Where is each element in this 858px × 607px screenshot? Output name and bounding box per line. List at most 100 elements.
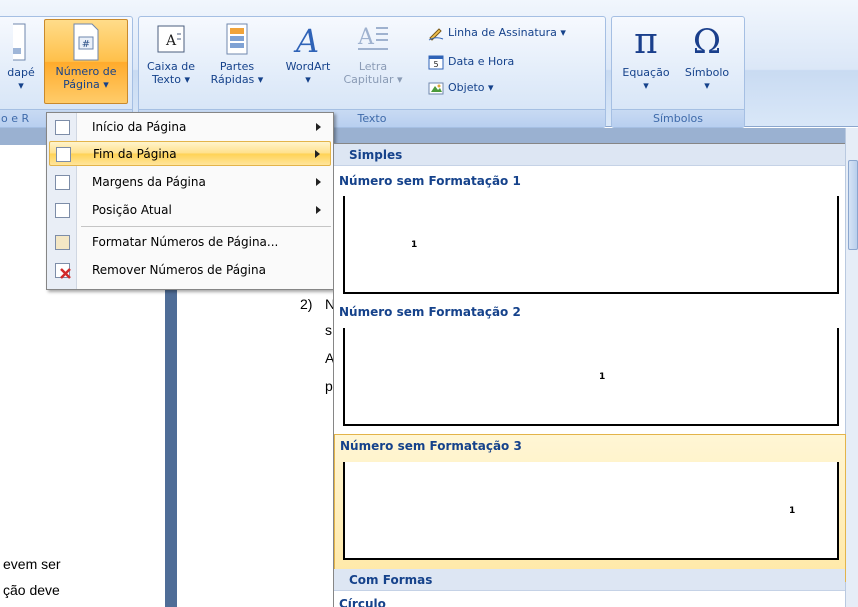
page-number-preview: 1 bbox=[599, 372, 606, 382]
submenu-arrow-icon bbox=[316, 206, 321, 214]
date-time-button[interactable]: 5 Data e Hora bbox=[426, 52, 514, 72]
object-icon bbox=[428, 82, 444, 95]
quick-parts-label-2: Rápidas bbox=[210, 73, 255, 86]
drop-cap-label-2-wrap: Capitular ▾ bbox=[342, 73, 404, 86]
gallery-item-preview: 1 bbox=[343, 328, 839, 426]
menu-item-label: Fim da Página bbox=[93, 147, 177, 161]
object-dropdown-icon: ▾ bbox=[488, 81, 494, 94]
menu-item-format-page-numbers[interactable]: Formatar Números de Página... bbox=[49, 230, 331, 255]
page-margins-icon bbox=[55, 175, 70, 190]
page-number-icon: # bbox=[73, 23, 99, 61]
equation-label: Equação bbox=[622, 66, 670, 79]
object-button[interactable]: Objeto ▾ bbox=[426, 78, 494, 98]
signature-line-dropdown-icon: ▾ bbox=[560, 26, 566, 39]
signature-line-button[interactable]: Linha de Assinatura ▾ bbox=[426, 23, 566, 43]
drop-cap-label-1: Letra bbox=[358, 60, 388, 73]
current-position-icon bbox=[55, 203, 70, 218]
page-number-dropdown-icon: ▾ bbox=[103, 78, 109, 91]
doc-list-number: 2) bbox=[300, 296, 313, 312]
object-label: Objeto bbox=[448, 81, 485, 94]
red-x-icon bbox=[60, 268, 71, 279]
date-time-label: Data e Hora bbox=[448, 55, 515, 68]
doc-text-line: evem ser bbox=[3, 556, 61, 572]
menu-item-label: Formatar Números de Página... bbox=[92, 235, 279, 249]
equation-dropdown-icon: ▾ bbox=[643, 79, 649, 92]
drop-cap-icon: A bbox=[357, 25, 388, 50]
signature-pen-icon bbox=[428, 28, 444, 41]
wordart-button[interactable]: A WordArt ▾ bbox=[276, 22, 340, 86]
symbols-group-label: Símbolos bbox=[612, 109, 744, 127]
symbol-dropdown-icon: ▾ bbox=[704, 79, 710, 92]
submenu-arrow-icon bbox=[316, 123, 321, 131]
quick-parts-label-1: Partes bbox=[219, 60, 255, 73]
doc-text-fragment: s bbox=[325, 322, 332, 338]
text-box-label-1: Caixa de bbox=[147, 60, 195, 73]
footer-dropdown-icon: ▾ bbox=[18, 79, 24, 92]
gallery-item-circle-title[interactable]: Círculo bbox=[339, 597, 386, 607]
svg-text:A: A bbox=[293, 22, 319, 56]
page-number-preview: 1 bbox=[411, 240, 418, 250]
gallery-item-preview: 1 bbox=[343, 196, 839, 294]
format-page-numbers-icon bbox=[55, 235, 70, 250]
menu-item-label: Posição Atual bbox=[92, 203, 172, 217]
quick-parts-button[interactable]: Partes Rápidas ▾ bbox=[204, 22, 270, 86]
menu-item-top-of-page[interactable]: Início da Página bbox=[49, 115, 331, 140]
quick-parts-label-2-wrap: Rápidas ▾ bbox=[204, 73, 270, 86]
text-box-icon: A bbox=[157, 25, 185, 53]
menu-item-page-margins[interactable]: Margens da Página bbox=[49, 170, 331, 195]
page-number-preview: 1 bbox=[789, 506, 796, 516]
page-bottom-icon bbox=[56, 147, 71, 162]
quick-parts-icon bbox=[226, 23, 248, 55]
text-box-dropdown-icon: ▾ bbox=[184, 73, 190, 86]
scrollbar-thumb[interactable] bbox=[848, 160, 858, 250]
svg-text:#: # bbox=[82, 39, 90, 50]
gallery-item-title: Número sem Formatação 1 bbox=[339, 174, 521, 188]
omega-icon: Ω bbox=[692, 22, 722, 62]
menu-item-label: Início da Página bbox=[92, 120, 187, 134]
symbol-button[interactable]: Ω Símbolo ▾ bbox=[676, 22, 738, 92]
menu-item-label: Remover Números de Página bbox=[92, 263, 266, 277]
drop-cap-dropdown-icon: ▾ bbox=[397, 73, 403, 86]
gallery-section-shapes: Com Formas bbox=[334, 569, 845, 591]
bottom-of-page-gallery: Simples Número sem Formatação 1 1 Número… bbox=[333, 143, 846, 607]
menu-item-remove-page-numbers[interactable]: Remover Números de Página bbox=[49, 258, 331, 283]
page-number-label-2-wrap: Página ▾ bbox=[45, 78, 127, 91]
footer-icon bbox=[13, 23, 26, 61]
page-number-label-1: Número de bbox=[55, 65, 117, 78]
doc-text-line: ção deve bbox=[3, 582, 60, 598]
menu-item-label: Margens da Página bbox=[92, 175, 206, 189]
footer-label: dapé bbox=[7, 66, 35, 79]
gallery-item-preview: 1 bbox=[343, 462, 839, 560]
quick-parts-dropdown-icon: ▾ bbox=[257, 73, 264, 86]
text-box-button[interactable]: A Caixa de Texto ▾ bbox=[142, 22, 200, 86]
gallery-item-plain-number-3[interactable]: Número sem Formatação 3 1 bbox=[334, 434, 846, 582]
doc-text-fragment: p bbox=[325, 378, 333, 394]
page-number-button[interactable]: # Número de Página ▾ bbox=[44, 19, 128, 104]
drop-cap-button[interactable]: A Letra Capitular ▾ bbox=[342, 22, 404, 86]
menu-item-current-position[interactable]: Posição Atual bbox=[49, 198, 331, 223]
svg-text:5: 5 bbox=[433, 60, 438, 69]
gallery-item-title: Número sem Formatação 3 bbox=[340, 439, 522, 453]
submenu-arrow-icon bbox=[316, 178, 321, 186]
menu-item-bottom-of-page[interactable]: Fim da Página bbox=[49, 141, 331, 166]
calendar-icon: 5 bbox=[428, 55, 444, 70]
page-number-label-2: Página bbox=[63, 78, 100, 91]
wordart-dropdown-icon: ▾ bbox=[305, 73, 311, 86]
gallery-section-simple: Simples bbox=[334, 144, 845, 166]
wordart-label: WordArt bbox=[285, 60, 331, 73]
symbol-label: Símbolo bbox=[684, 66, 730, 79]
wordart-icon: A bbox=[293, 22, 319, 56]
remove-page-numbers-icon bbox=[55, 263, 71, 279]
page-number-menu: Início da Página Fim da Página Margens d… bbox=[46, 112, 334, 290]
submenu-arrow-icon bbox=[315, 150, 320, 158]
footer-button[interactable]: dapé ▾ bbox=[0, 22, 42, 92]
svg-text:A: A bbox=[165, 33, 177, 49]
text-box-label-2: Texto bbox=[151, 73, 181, 86]
page-top-icon bbox=[55, 120, 70, 135]
menu-separator bbox=[81, 226, 331, 227]
equation-button[interactable]: π Equação ▾ bbox=[617, 21, 675, 93]
pi-icon: π bbox=[634, 21, 658, 62]
text-box-label-2-wrap: Texto ▾ bbox=[142, 73, 200, 86]
svg-text:A: A bbox=[357, 25, 375, 50]
signature-line-label: Linha de Assinatura bbox=[448, 26, 557, 39]
